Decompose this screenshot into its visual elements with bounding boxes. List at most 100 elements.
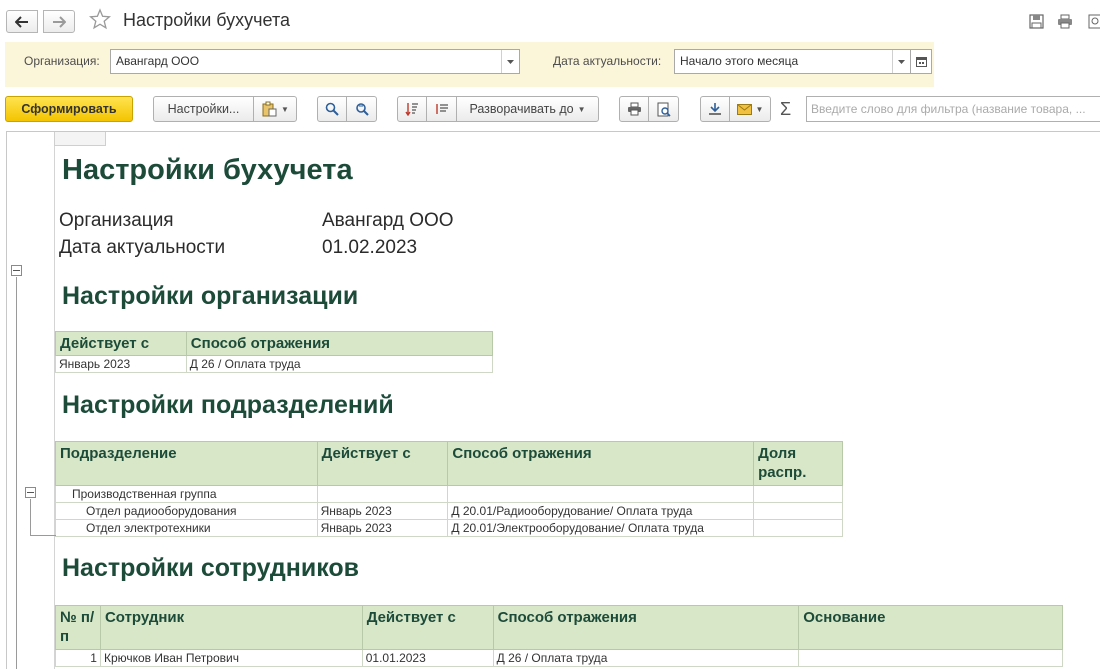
tree-line bbox=[16, 277, 17, 669]
favorite-button[interactable] bbox=[88, 8, 112, 33]
cell-share bbox=[753, 502, 843, 520]
tree-line bbox=[30, 535, 56, 536]
header-basis: Основание bbox=[798, 605, 1063, 650]
table-row[interactable]: Январь 2023 Д 26 / Оплата труда bbox=[55, 355, 494, 373]
table-row[interactable]: 1 Крючков Иван Петрович 01.01.2023 Д 26 … bbox=[55, 649, 1063, 667]
header-effective-from: Действует с bbox=[316, 441, 449, 486]
mail-icon bbox=[736, 103, 752, 115]
table-row[interactable]: Отдел электротехники Январь 2023 Д 20.01… bbox=[55, 519, 843, 537]
print-button-top[interactable] bbox=[1056, 12, 1074, 30]
search-next-button[interactable] bbox=[346, 96, 377, 122]
settings-button[interactable]: Настройки... bbox=[153, 96, 254, 122]
cell-basis bbox=[798, 649, 1063, 667]
title-bar: Настройки бухучета bbox=[0, 0, 1100, 42]
organization-value: Авангард ООО bbox=[116, 54, 200, 68]
search-icon bbox=[325, 102, 339, 116]
organization-label: Организация: bbox=[24, 54, 100, 68]
forward-button[interactable] bbox=[43, 10, 75, 33]
report-parameters-panel: Организация: Авангард ООО Дата актуально… bbox=[5, 42, 934, 87]
save-file-button[interactable] bbox=[700, 96, 730, 122]
chevron-down-icon bbox=[898, 59, 905, 64]
date-dropdown-button[interactable] bbox=[892, 50, 910, 73]
cell-share bbox=[753, 519, 843, 537]
cell-effective-from: Январь 2023 bbox=[316, 502, 449, 520]
header-method: Способ отражения bbox=[185, 331, 494, 356]
report-toolbar: Сформировать Настройки... ▼ Разворачиват… bbox=[0, 94, 1100, 126]
header-effective-from: Действует с bbox=[361, 605, 494, 650]
generate-button[interactable]: Сформировать bbox=[5, 96, 133, 122]
sort-icon bbox=[405, 103, 418, 116]
organization-dropdown-button[interactable] bbox=[501, 50, 519, 73]
calendar-button[interactable] bbox=[910, 49, 932, 74]
organization-field[interactable]: Авангард ООО bbox=[110, 49, 520, 74]
date-value: Начало этого месяца bbox=[680, 54, 799, 68]
cell-effective-from: Январь 2023 bbox=[316, 519, 449, 537]
cell-department: Отдел электротехники bbox=[55, 519, 318, 537]
table-row[interactable]: Производственная группа bbox=[55, 485, 843, 503]
header-employee: Сотрудник bbox=[99, 605, 363, 650]
collapse-group-toggle[interactable] bbox=[11, 265, 22, 276]
cell-method: Д 20.01/Радиооборудование/ Оплата труда bbox=[447, 502, 755, 520]
report-date-label: Дата актуальности bbox=[59, 237, 226, 258]
search-button[interactable] bbox=[317, 96, 347, 122]
link-icon bbox=[1088, 14, 1100, 28]
list-level-button[interactable] bbox=[426, 96, 457, 122]
section-org-title: Настройки организации bbox=[62, 282, 359, 310]
employee-settings-table: № п/п Сотрудник Действует с Способ отраж… bbox=[55, 605, 1063, 667]
table-row[interactable]: Отдел радиооборудования Январь 2023 Д 20… bbox=[55, 502, 843, 520]
download-icon bbox=[709, 103, 721, 115]
clipboard-icon bbox=[262, 101, 277, 117]
column-marker bbox=[54, 132, 106, 146]
cell-effective-from: Январь 2023 bbox=[55, 355, 187, 373]
date-field[interactable]: Начало этого месяца bbox=[674, 49, 932, 74]
calendar-icon bbox=[915, 57, 927, 67]
cell-method: Д 20.01/Электрооборудование/ Оплата труд… bbox=[447, 519, 755, 537]
variants-button[interactable]: ▼ bbox=[253, 96, 297, 122]
cell-group: Производственная группа bbox=[55, 485, 318, 503]
expand-to-button[interactable]: Разворачивать до ▼ bbox=[456, 96, 599, 122]
header-share: Доля распр. bbox=[753, 441, 843, 486]
link-button[interactable] bbox=[1086, 12, 1100, 30]
cell-effective-from: 01.01.2023 bbox=[361, 649, 494, 667]
filter-input[interactable]: Введите слово для фильтра (название това… bbox=[806, 96, 1100, 122]
preview-button[interactable] bbox=[648, 96, 679, 122]
date-label: Дата актуальности: bbox=[553, 54, 662, 68]
send-mail-button[interactable]: ▼ bbox=[729, 96, 771, 122]
arrow-left-icon bbox=[15, 15, 28, 28]
print-icon bbox=[1058, 14, 1072, 28]
save-button[interactable] bbox=[1027, 12, 1045, 30]
report-title: Настройки бухучета bbox=[62, 154, 353, 186]
sum-button[interactable]: Σ bbox=[780, 99, 791, 120]
cell-method: Д 26 / Оплата труда bbox=[185, 355, 494, 373]
arrow-right-icon bbox=[53, 15, 66, 28]
gutter-divider bbox=[54, 132, 55, 669]
cell-department: Отдел радиооборудования bbox=[55, 502, 318, 520]
report-org-value: Авангард ООО bbox=[322, 210, 454, 231]
print-icon bbox=[627, 102, 641, 116]
star-icon bbox=[88, 8, 112, 30]
dept-settings-table: Подразделение Действует с Способ отражен… bbox=[55, 441, 843, 537]
collapse-subgroup-toggle[interactable] bbox=[25, 487, 36, 498]
report-document[interactable]: Настройки бухучета Организация Авангард … bbox=[6, 131, 1100, 669]
org-settings-table: Действует с Способ отражения Январь 2023… bbox=[55, 331, 494, 373]
window-title: Настройки бухучета bbox=[123, 10, 291, 30]
report-date-value: 01.02.2023 bbox=[322, 237, 418, 258]
expand-to-label: Разворачивать до bbox=[469, 102, 574, 116]
sort-button[interactable] bbox=[397, 96, 427, 122]
cell-number: 1 bbox=[55, 649, 101, 667]
header-effective-from: Действует с bbox=[55, 331, 187, 356]
list-icon bbox=[435, 104, 448, 114]
tree-line bbox=[30, 499, 31, 535]
preview-icon bbox=[657, 102, 671, 117]
header-method: Способ отражения bbox=[492, 605, 800, 650]
section-emp-title: Настройки сотрудников bbox=[62, 554, 360, 582]
print-button[interactable] bbox=[619, 96, 649, 122]
chevron-down-icon bbox=[507, 59, 514, 64]
save-icon bbox=[1028, 13, 1044, 29]
header-number: № п/п bbox=[55, 605, 101, 650]
cell-method: Д 26 / Оплата труда bbox=[492, 649, 800, 667]
header-department: Подразделение bbox=[55, 441, 318, 486]
cell-employee: Крючков Иван Петрович bbox=[99, 649, 363, 667]
refresh-search-icon bbox=[355, 103, 369, 116]
back-button[interactable] bbox=[6, 10, 38, 33]
